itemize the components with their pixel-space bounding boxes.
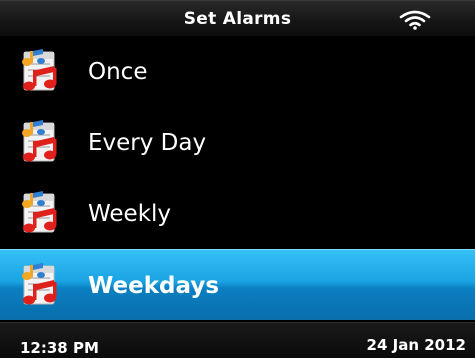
list-item-weekly[interactable]: Weekly bbox=[0, 178, 475, 249]
clock-date: 24 Jan 2012 bbox=[366, 336, 466, 354]
list-item-label: Once bbox=[88, 59, 148, 85]
alarm-list: Once Every Day Weekly Weekdays bbox=[0, 36, 475, 322]
music-calendar-icon bbox=[22, 191, 57, 233]
music-calendar-icon bbox=[22, 263, 57, 305]
list-item-label: Every Day bbox=[88, 130, 207, 156]
music-calendar-icon bbox=[22, 49, 57, 91]
list-item-every-day[interactable]: Every Day bbox=[0, 107, 475, 178]
wifi-icon bbox=[399, 10, 431, 30]
alarm-screen: Set Alarms Once Every Day Weekly Weekday… bbox=[0, 0, 475, 358]
list-item-weekdays[interactable]: Weekdays bbox=[0, 249, 475, 320]
clock-time: 12:38 PM bbox=[20, 339, 99, 357]
music-calendar-icon bbox=[22, 120, 57, 162]
header-bar: Set Alarms bbox=[0, 0, 475, 36]
list-item-label: Weekdays bbox=[88, 273, 220, 299]
list-item-once[interactable]: Once bbox=[0, 36, 475, 107]
status-bar: 12:38 PM 24 Jan 2012 bbox=[0, 322, 475, 358]
list-item-label: Weekly bbox=[88, 201, 172, 227]
